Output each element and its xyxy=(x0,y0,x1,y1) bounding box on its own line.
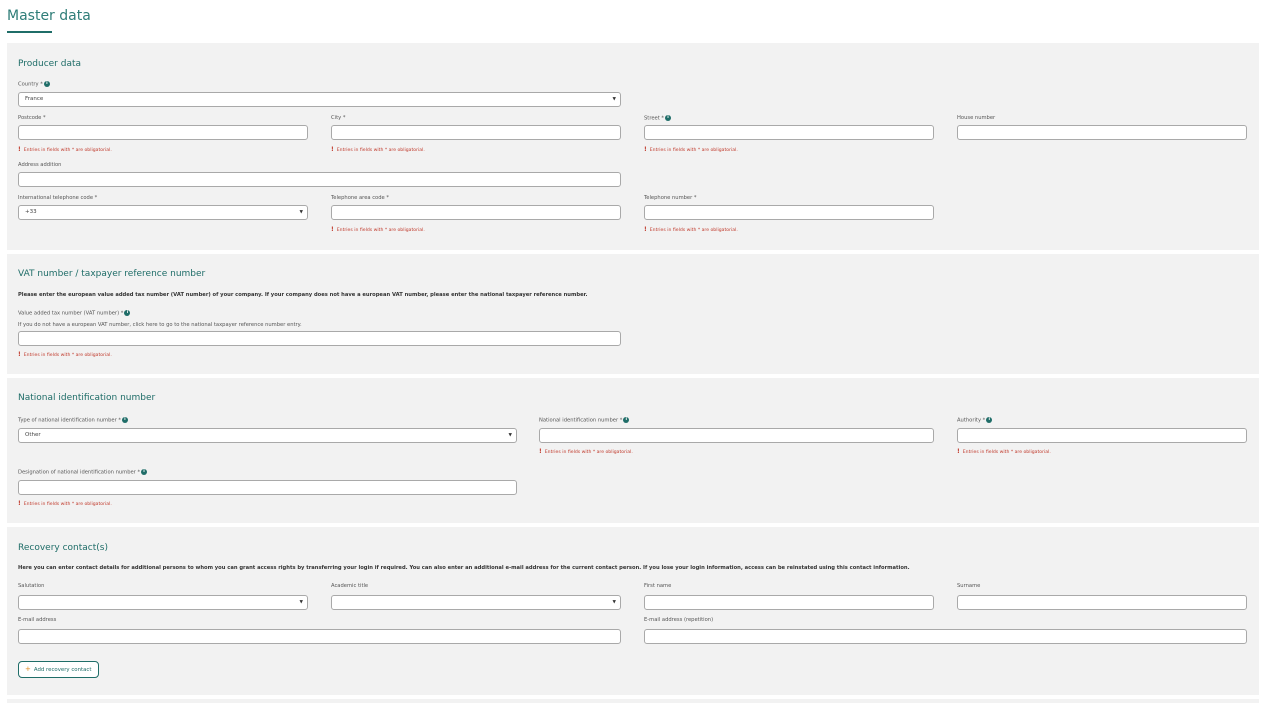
area-code-error: ! Entries in fields with * are obligatori… xyxy=(331,226,425,233)
house-number-label: House number xyxy=(957,115,996,121)
postcode-error: ! Entries in fields with * are obligatori… xyxy=(18,146,112,153)
recovery-section: Recovery contact(s) Here you can enter c… xyxy=(7,527,1259,695)
city-input[interactable] xyxy=(331,125,621,140)
chevron-down-icon: ▼ xyxy=(508,433,512,438)
exclamation-icon: ! xyxy=(539,448,542,455)
city-error: ! Entries in fields with * are obligatori… xyxy=(331,146,425,153)
surname-label: Surname xyxy=(957,583,981,589)
postcode-input[interactable] xyxy=(18,125,308,140)
city-label: City * xyxy=(331,115,346,121)
info-icon[interactable]: i xyxy=(623,417,630,423)
nid-designation-input[interactable] xyxy=(18,480,517,495)
country-select[interactable]: France ▼ xyxy=(18,92,621,107)
intl-code-select[interactable]: +33 ▼ xyxy=(18,205,308,220)
exclamation-icon: ! xyxy=(18,351,21,358)
authority-label: Authority * i xyxy=(957,417,993,424)
phone-label: Telephone number * xyxy=(644,195,697,201)
info-icon[interactable]: i xyxy=(121,417,128,423)
email-label: E-mail address xyxy=(18,617,57,623)
vat-hint-link[interactable]: If you do not have a european VAT number… xyxy=(18,322,302,328)
area-code-input[interactable] xyxy=(331,205,621,220)
salutation-select[interactable]: ▼ xyxy=(18,595,308,610)
nid-type-select[interactable]: Other ▼ xyxy=(18,428,517,443)
nid-designation-error: ! Entries in fields with * are obligatori… xyxy=(18,500,112,507)
vat-label: Value added tax number (VAT number) * i xyxy=(18,310,131,317)
street-error: ! Entries in fields with * are obligatori… xyxy=(644,146,738,153)
academic-title-label: Academic title xyxy=(331,583,369,589)
exclamation-icon: ! xyxy=(644,226,647,233)
exclamation-icon: ! xyxy=(331,226,334,233)
nid-type-label: Type of national identification number *… xyxy=(18,417,128,424)
address-addition-label: Address addition xyxy=(18,162,62,168)
title-underline xyxy=(7,31,52,33)
authority-input[interactable] xyxy=(957,428,1247,443)
vat-description: Please enter the european value added ta… xyxy=(18,292,588,298)
chevron-down-icon: ▼ xyxy=(299,600,303,605)
country-label: Country * i xyxy=(18,81,50,88)
info-icon[interactable]: i xyxy=(43,81,50,87)
chevron-down-icon: ▼ xyxy=(299,210,303,215)
plus-icon: + xyxy=(25,665,31,673)
vat-input[interactable] xyxy=(18,331,621,346)
email-input[interactable] xyxy=(18,629,621,644)
producer-data-section: Producer data Country * i France ▼ Postcod… xyxy=(7,43,1259,250)
area-code-label: Telephone area code * xyxy=(331,195,389,201)
exclamation-icon: ! xyxy=(644,146,647,153)
info-icon[interactable]: i xyxy=(986,417,993,423)
section-title-vat: VAT number / taxpayer reference number xyxy=(18,269,206,279)
exclamation-icon: ! xyxy=(18,500,21,507)
first-name-input[interactable] xyxy=(644,595,934,610)
phone-input[interactable] xyxy=(644,205,934,220)
exclamation-icon: ! xyxy=(957,448,960,455)
chevron-down-icon: ▼ xyxy=(612,600,616,605)
phone-error: ! Entries in fields with * are obligatori… xyxy=(644,226,738,233)
section-title-recovery: Recovery contact(s) xyxy=(18,543,108,553)
vat-section: VAT number / taxpayer reference number P… xyxy=(7,254,1259,374)
exclamation-icon: ! xyxy=(331,146,334,153)
section-title-producer: Producer data xyxy=(18,59,82,69)
authority-error: ! Entries in fields with * are obligatori… xyxy=(957,448,1051,455)
email-repeat-label: E-mail address (repetition) xyxy=(644,617,714,623)
salutation-label: Salutation xyxy=(18,583,45,589)
recovery-description: Here you can enter contact details for a… xyxy=(18,565,910,571)
chevron-down-icon: ▼ xyxy=(612,97,616,102)
house-number-input[interactable] xyxy=(957,125,1247,140)
next-section-edge xyxy=(7,699,1259,703)
info-icon[interactable]: i xyxy=(124,310,131,316)
vat-error: ! Entries in fields with * are obligatori… xyxy=(18,351,112,358)
postcode-label: Postcode * xyxy=(18,115,46,121)
street-input[interactable] xyxy=(644,125,934,140)
nid-number-error: ! Entries in fields with * are obligatori… xyxy=(539,448,633,455)
exclamation-icon: ! xyxy=(18,146,21,153)
first-name-label: First name xyxy=(644,583,672,589)
info-icon[interactable]: i xyxy=(665,115,672,121)
page-title: Master data xyxy=(7,8,91,24)
nid-number-label: National identification number * i xyxy=(539,417,630,424)
nid-number-input[interactable] xyxy=(539,428,934,443)
section-title-national-id: National identification number xyxy=(18,393,156,403)
street-label: Street * i xyxy=(644,115,672,122)
email-repeat-input[interactable] xyxy=(644,629,1247,644)
intl-code-label: International telephone code * xyxy=(18,195,98,201)
nid-designation-label: Designation of national identification n… xyxy=(18,469,148,476)
national-id-section: National identification number Type of n… xyxy=(7,378,1259,523)
surname-input[interactable] xyxy=(957,595,1247,610)
address-addition-input[interactable] xyxy=(18,172,621,187)
academic-title-select[interactable]: ▼ xyxy=(331,595,621,610)
add-recovery-contact-button[interactable]: + Add recovery contact xyxy=(18,661,99,678)
info-icon[interactable]: i xyxy=(141,469,148,475)
